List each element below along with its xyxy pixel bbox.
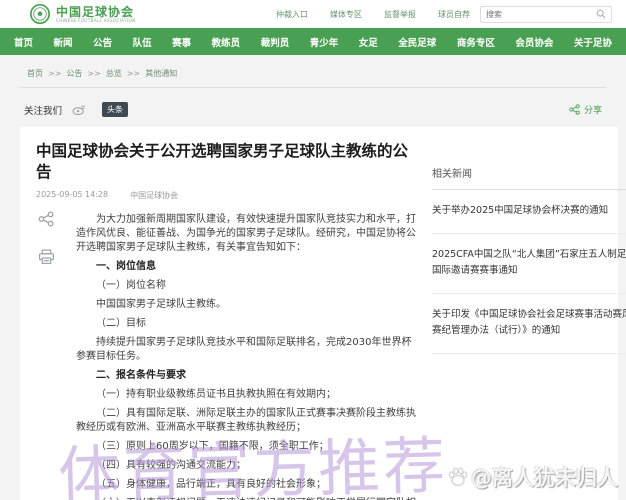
article-paragraph: （三）原则上60周岁以下，国籍不限，须全职工作； bbox=[96, 441, 329, 452]
nav-item[interactable]: 首页 bbox=[14, 35, 33, 49]
search-icon[interactable] bbox=[596, 9, 606, 19]
breadcrumb-item: >> 其他通知 bbox=[127, 68, 177, 79]
article-paragraph: （五）身体健康，品行端正，具有良好的社会形象； bbox=[96, 479, 326, 490]
related-news-panel: 相关新闻 关于举办2025中国足球协会杯决赛的通知 2025CFA中国之队“北人集… bbox=[432, 141, 626, 500]
nav-item[interactable]: 赛事 bbox=[172, 35, 191, 49]
related-news-item[interactable]: 2025CFA中国之队“北人集团”石家庄五人制足球国际邀请赛赛事通知 bbox=[432, 234, 626, 294]
article-tool-rail bbox=[38, 211, 55, 265]
article-paragraph: 为大力加强新周期国家队建设，有效快速提升国家队竞技实力和水平，打造作风优良、能征… bbox=[76, 214, 416, 253]
nav-item[interactable]: 全民足球 bbox=[398, 35, 436, 49]
logo-subtitle: CHINESE FOOTBALL ASSOCIATION bbox=[56, 17, 136, 23]
nav-item[interactable]: 关于足协 bbox=[574, 35, 612, 49]
share-nodes-icon[interactable] bbox=[38, 211, 54, 227]
breadcrumb-link[interactable]: 总览 bbox=[106, 68, 122, 79]
toutiao-badge[interactable]: 头条 bbox=[102, 102, 129, 117]
nav-item[interactable]: 教练员 bbox=[212, 35, 241, 49]
share-label: 分享 bbox=[583, 106, 602, 116]
main-nav: 首页 新闻 公告 队伍 赛事 教练员 裁判员 青少年 女足 全民足球 商务专区 会员协会 关于足协 bbox=[0, 28, 626, 55]
nav-item[interactable]: 新闻 bbox=[54, 35, 73, 49]
weibo-icon[interactable] bbox=[72, 104, 86, 115]
article-meta: 2025-09-05 14:28 中国足球协会 bbox=[36, 190, 418, 201]
related-news-list: 关于举办2025中国足球协会杯决赛的通知 2025CFA中国之队“北人集团”石家庄… bbox=[432, 190, 626, 354]
breadcrumb-separator: >> bbox=[126, 69, 141, 78]
article-paragraph: 中国国家男子足球队主教练。 bbox=[96, 299, 226, 310]
article-paragraph: （二）目标 bbox=[96, 318, 146, 329]
search-box bbox=[480, 5, 612, 23]
article-paragraph: （二）具有国际足联、洲际足联主办的国家队正式赛事决赛阶段主教练执教经历或有欧洲、… bbox=[76, 408, 416, 433]
article-paragraph: 持续提升国家男子足球队竞技水平和国际足联排名，完成2030年世界杯参赛目标任务。 bbox=[76, 337, 412, 362]
breadcrumb-link[interactable]: 其他通知 bbox=[145, 68, 177, 79]
top-link[interactable]: 球员自荐 bbox=[438, 9, 470, 20]
article-body: 为大力加强新周期国家队建设，有效快速提升国家队竞技实力和水平，打造作风优良、能征… bbox=[76, 213, 418, 500]
top-link[interactable]: 监督举报 bbox=[384, 9, 416, 20]
nav-item[interactable]: 女足 bbox=[359, 35, 378, 49]
article-paragraph: 二、报名条件与要求 bbox=[96, 370, 186, 381]
nav-item[interactable]: 队伍 bbox=[133, 35, 152, 49]
article-paragraph: （一）持有职业级教练员证书且执教执照在有效期内； bbox=[96, 389, 336, 400]
nav-item[interactable]: 青少年 bbox=[310, 35, 339, 49]
related-news-title: 相关新闻 bbox=[432, 165, 626, 190]
top-bar: 中国足球协会 CHINESE FOOTBALL ASSOCIATION 仲裁入口… bbox=[0, 0, 626, 28]
print-icon[interactable] bbox=[38, 249, 55, 265]
breadcrumb: 首页 >> 公告 >> 总览 >> 其他通知 bbox=[20, 55, 606, 88]
article-paragraph: （四）具有较强的沟通交流能力； bbox=[96, 460, 246, 471]
share-button[interactable]: 分享 bbox=[569, 103, 602, 116]
breadcrumb-link[interactable]: 首页 bbox=[27, 68, 43, 79]
breadcrumb-separator: >> bbox=[87, 69, 101, 78]
breadcrumb-item: >> 总览 bbox=[87, 68, 121, 79]
top-links: 仲裁入口 媒体专区 监督举报 球员自荐 bbox=[276, 9, 470, 20]
breadcrumb-link[interactable]: 公告 bbox=[66, 68, 82, 79]
logo-title: 中国足球协会 bbox=[56, 4, 135, 19]
breadcrumb-separator: >> bbox=[48, 69, 62, 78]
search-input[interactable] bbox=[486, 9, 596, 19]
content-card: 中国足球协会关于公开选聘国家男子足球队主教练的公告 2025-09-05 14:… bbox=[20, 127, 626, 500]
site-logo[interactable]: 中国足球协会 CHINESE FOOTBALL ASSOCIATION bbox=[30, 4, 135, 24]
nav-item[interactable]: 公告 bbox=[93, 35, 112, 49]
nav-item[interactable]: 裁判员 bbox=[261, 35, 290, 49]
share-icon bbox=[569, 104, 580, 115]
related-news-item[interactable]: 关于印发《中国足球协会社会足球赛事活动赛风赛纪管理办法（试行）》的通知 bbox=[432, 294, 626, 354]
article-paragraph: （一）岗位名称 bbox=[96, 280, 166, 291]
nav-item[interactable]: 会员协会 bbox=[515, 35, 553, 49]
article-date: 2025-09-05 14:28 bbox=[36, 190, 109, 199]
nav-item[interactable]: 商务专区 bbox=[457, 35, 495, 49]
follow-us-label: 关注我们 bbox=[24, 105, 63, 117]
article-source: 中国足球协会 bbox=[130, 191, 179, 200]
related-news-item[interactable]: 关于举办2025中国足球协会杯决赛的通知 bbox=[432, 190, 626, 234]
article-title: 中国足球协会关于公开选聘国家男子足球队主教练的公告 bbox=[36, 142, 409, 181]
cfa-emblem-icon bbox=[30, 4, 50, 24]
breadcrumb-item: >> 公告 bbox=[48, 68, 82, 79]
article: 中国足球协会关于公开选聘国家男子足球队主教练的公告 2025-09-05 14:… bbox=[36, 141, 418, 500]
breadcrumb-item: 首页 bbox=[22, 68, 43, 79]
top-link[interactable]: 仲裁入口 bbox=[276, 9, 308, 20]
top-link[interactable]: 媒体专区 bbox=[330, 9, 362, 20]
follow-bar: 关注我们 头条 分享 bbox=[24, 102, 602, 117]
article-paragraph: 一、岗位信息 bbox=[96, 261, 156, 272]
